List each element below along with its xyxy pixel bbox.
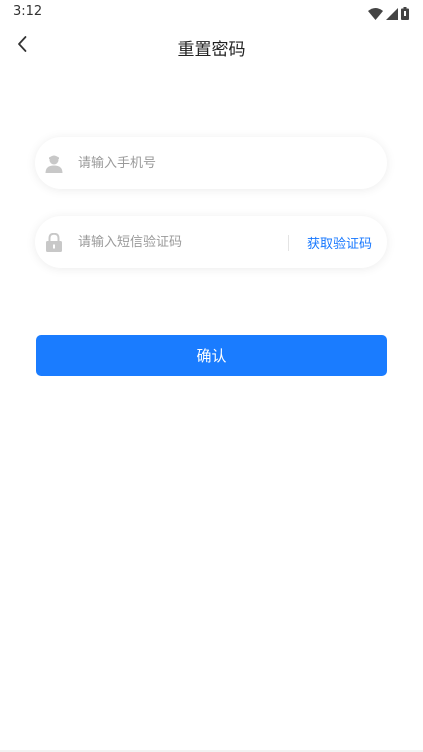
sms-code-input[interactable] <box>78 216 278 268</box>
status-icons <box>368 5 409 24</box>
wifi-icon <box>368 5 383 24</box>
page-title: 重置密码 <box>177 40 246 60</box>
status-time: 3:12 <box>13 4 43 19</box>
get-code-button[interactable]: 获取验证码 <box>307 233 372 252</box>
status-bar: 3:12 <box>0 0 423 24</box>
lock-icon <box>44 232 64 252</box>
battery-icon <box>401 5 409 24</box>
phone-field <box>35 137 387 189</box>
phone-input[interactable] <box>78 137 368 189</box>
nav-bar: 重置密码 <box>0 24 423 68</box>
field-divider <box>288 235 289 251</box>
signal-icon <box>386 5 398 24</box>
confirm-button[interactable]: 确认 <box>36 335 387 376</box>
user-icon <box>44 153 64 173</box>
sms-code-field: 获取验证码 <box>35 216 387 268</box>
